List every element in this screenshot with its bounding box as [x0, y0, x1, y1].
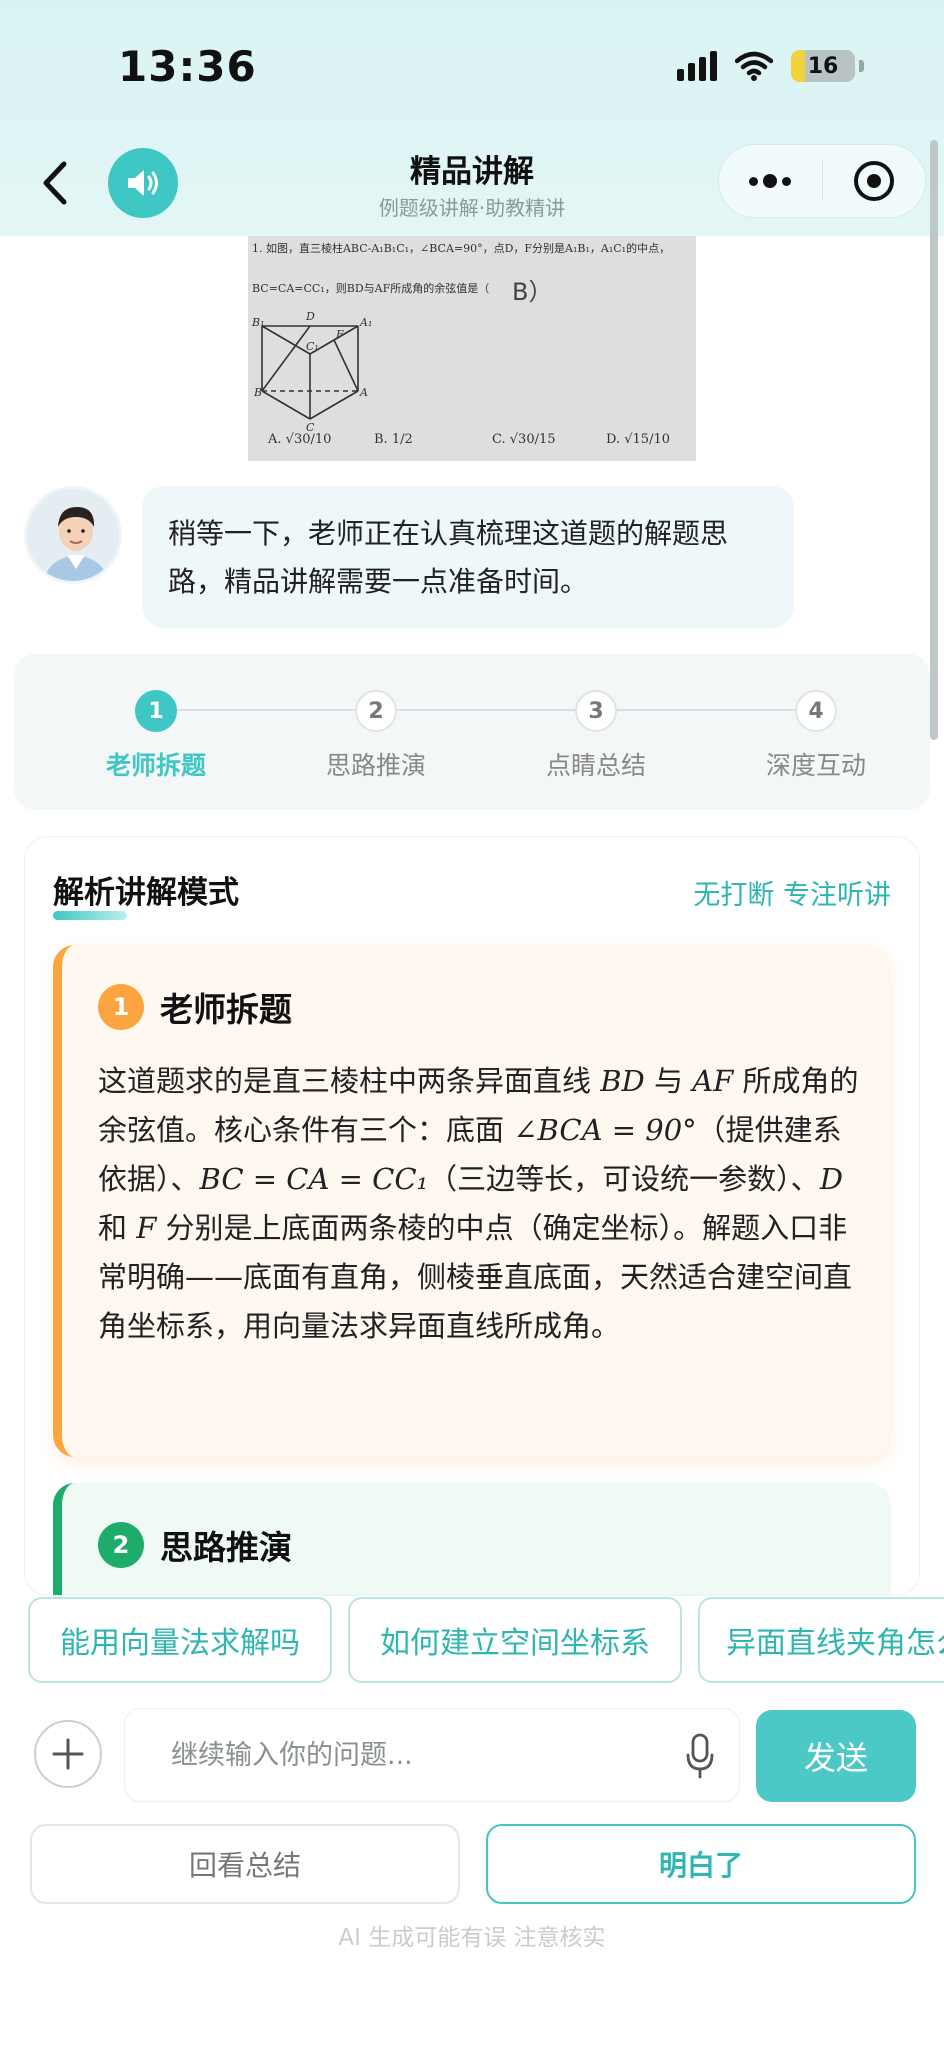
- question-input-box: [124, 1708, 740, 1802]
- section-number-badge: 2: [98, 1522, 144, 1568]
- status-icons: 16: [677, 50, 864, 82]
- teacher-avatar[interactable]: [24, 486, 122, 584]
- mode-title-underline: [53, 911, 127, 920]
- label-b1: B₁: [252, 316, 265, 329]
- teacher-message: 稍等一下，老师正在认真梳理这道题的解题思路，精品讲解需要一点准备时间。: [142, 486, 794, 628]
- option-numerator: 1: [391, 432, 401, 447]
- suggestion-chip[interactable]: 如何建立空间坐标系: [348, 1597, 682, 1683]
- battery-level: 16: [807, 53, 839, 79]
- step-number: 4: [795, 690, 837, 732]
- section-title: 思路推演: [160, 1528, 292, 1567]
- body-text: 和: [98, 1211, 137, 1245]
- option-letter: A.: [268, 432, 282, 447]
- option-a: A. √30/10: [268, 432, 332, 447]
- body-text: 与: [644, 1064, 693, 1098]
- option-letter: D.: [606, 432, 621, 447]
- explanation-card: 解析讲解模式 无打断 专注听讲 1 老师拆题 这道题求的是直三棱柱中两条异面直线…: [24, 836, 920, 1596]
- option-letter: B.: [374, 432, 388, 447]
- section-title: 老师拆题: [160, 990, 292, 1029]
- step-label: 点睛总结: [545, 751, 646, 780]
- label-d: D: [306, 310, 315, 323]
- cellular-signal-icon: [677, 51, 717, 81]
- section-body: 这道题求的是直三棱柱中两条异面直线 BD 与 AF 所成角的余弦值。核心条件有三…: [98, 1057, 870, 1351]
- status-time: 13:36: [118, 42, 257, 91]
- option-numerator: √30: [285, 432, 311, 447]
- step-reasoning[interactable]: 2 思路推演: [286, 690, 466, 782]
- body-text: （三边等长，可设统一参数）、: [428, 1162, 820, 1196]
- add-attachment-button[interactable]: [34, 1720, 102, 1788]
- problem-photo[interactable]: 1. 如图，直三棱柱ABC-A₁B₁C₁，∠BCA=90°，点D，F分别是A₁B…: [248, 236, 696, 461]
- body-text: 这道题求的是直三棱柱中两条异面直线: [98, 1064, 601, 1098]
- progress-steps: 1 老师拆题 2 思路推演 3 点睛总结 4 深度互动: [14, 654, 930, 810]
- section-reasoning: 2 思路推演: [53, 1483, 891, 1595]
- math-d: D: [819, 1162, 843, 1196]
- step-teacher-breakdown[interactable]: 1 老师拆题: [66, 690, 246, 782]
- suggestion-chip[interactable]: 异面直线夹角怎么求: [698, 1597, 944, 1683]
- option-denominator: 15: [538, 432, 556, 447]
- mode-hint: 无打断 专注听讲: [693, 880, 891, 911]
- teacher-portrait-icon: [27, 489, 119, 581]
- wifi-icon: [735, 51, 773, 81]
- label-a: A: [360, 386, 368, 399]
- review-summary-button[interactable]: 回看总结: [30, 1824, 460, 1904]
- math-af: AF: [692, 1064, 734, 1098]
- label-a1: A₁: [360, 316, 373, 329]
- understood-button[interactable]: 明白了: [486, 1824, 916, 1904]
- step-label: 思路推演: [325, 751, 426, 780]
- target-circle-icon: [853, 161, 894, 201]
- option-denominator: 10: [653, 432, 670, 447]
- option-denominator: 10: [314, 432, 332, 447]
- close-miniprogram-button[interactable]: [823, 145, 926, 217]
- option-numerator: √15: [624, 432, 650, 447]
- label-b: B: [254, 386, 263, 399]
- battery-tip: [859, 60, 864, 72]
- math-angle: ∠BCA = 90°: [513, 1113, 697, 1147]
- suggestion-chip[interactable]: 能用向量法求解吗: [28, 1597, 332, 1683]
- option-denominator: 2: [404, 432, 413, 447]
- battery-icon: 16: [791, 50, 855, 82]
- option-letter: C.: [492, 432, 506, 447]
- math-f: F: [136, 1211, 157, 1245]
- step-number: 1: [135, 690, 177, 732]
- microphone-icon[interactable]: [685, 1733, 715, 1779]
- label-c1: C₁: [306, 340, 319, 353]
- step-interaction[interactable]: 4 深度互动: [726, 690, 906, 782]
- steps-connector-line: [156, 709, 816, 711]
- option-b: B. 1/2: [374, 432, 413, 447]
- mini-program-capsule: [718, 144, 926, 218]
- step-label: 深度互动: [765, 751, 866, 780]
- step-number: 3: [575, 690, 617, 732]
- math-equal-sides: BC = CA = CC₁: [199, 1162, 429, 1196]
- mode-title: 解析讲解模式: [53, 875, 239, 911]
- scrollbar[interactable]: [930, 140, 938, 740]
- option-d: D. √15/10: [606, 432, 670, 447]
- body-text: 分别是上底面两条棱的中点（确定坐标）。解题入口非常明确——底面有直角，侧棱垂直底…: [98, 1211, 853, 1343]
- section-teacher-breakdown: 1 老师拆题 这道题求的是直三棱柱中两条异面直线 BD 与 AF 所成角的余弦值…: [53, 945, 891, 1457]
- option-c: C. √30/15: [492, 432, 556, 447]
- suggestion-chips: 能用向量法求解吗 如何建立空间坐标系 异面直线夹角怎么求: [28, 1597, 944, 1685]
- more-button[interactable]: [719, 145, 822, 217]
- step-summary[interactable]: 3 点睛总结: [506, 690, 686, 782]
- ai-disclaimer: AI 生成可能有误 注意核实: [338, 1925, 606, 1951]
- plus-icon: [52, 1738, 84, 1770]
- question-input[interactable]: [171, 1739, 631, 1771]
- send-button[interactable]: 发送: [756, 1710, 916, 1802]
- step-label: 老师拆题: [105, 751, 206, 780]
- section-header: 1 老师拆题: [98, 983, 292, 1031]
- more-dots-icon: [749, 174, 792, 188]
- option-numerator: √30: [509, 432, 535, 447]
- label-f: F: [336, 328, 344, 341]
- math-bd: BD: [600, 1064, 645, 1098]
- section-number-badge: 1: [98, 984, 144, 1030]
- step-number: 2: [355, 690, 397, 732]
- section-header: 2 思路推演: [98, 1521, 292, 1569]
